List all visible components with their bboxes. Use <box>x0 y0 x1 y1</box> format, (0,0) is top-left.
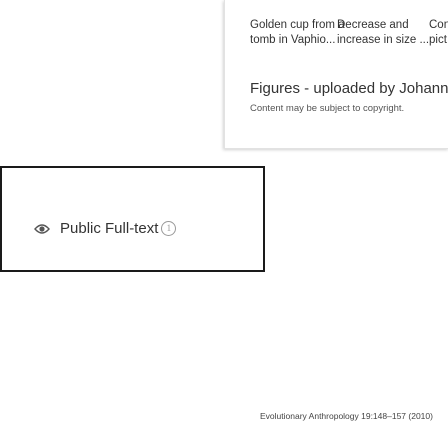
public-fulltext-label: Public Full-text <box>60 220 159 237</box>
figures-panel: Golden cup from a tomb in Vaphio... Decr… <box>224 0 448 149</box>
figure-caption-1[interactable]: Golden cup from a tomb in Vaphio... <box>250 18 345 48</box>
figure-caption-2[interactable]: Decrease and increase in size ... <box>337 18 429 48</box>
fulltext-count: 1 <box>166 223 172 233</box>
figures-uploaded-by: Figures - uploaded by Johannes A Le <box>250 80 448 97</box>
public-fulltext-link[interactable]: Public Full-text 1 <box>34 220 177 237</box>
journal-citation: Evolutionary Anthropology 19:148–157 (20… <box>260 411 433 421</box>
fulltext-count-icon: 1 <box>161 221 177 236</box>
figure-caption-3[interactable]: Con pict <box>429 18 448 48</box>
eye-icon <box>34 223 50 234</box>
public-fulltext-box: Public Full-text 1 <box>0 166 265 272</box>
copyright-notice: Content may be subject to copyright. <box>250 103 405 114</box>
